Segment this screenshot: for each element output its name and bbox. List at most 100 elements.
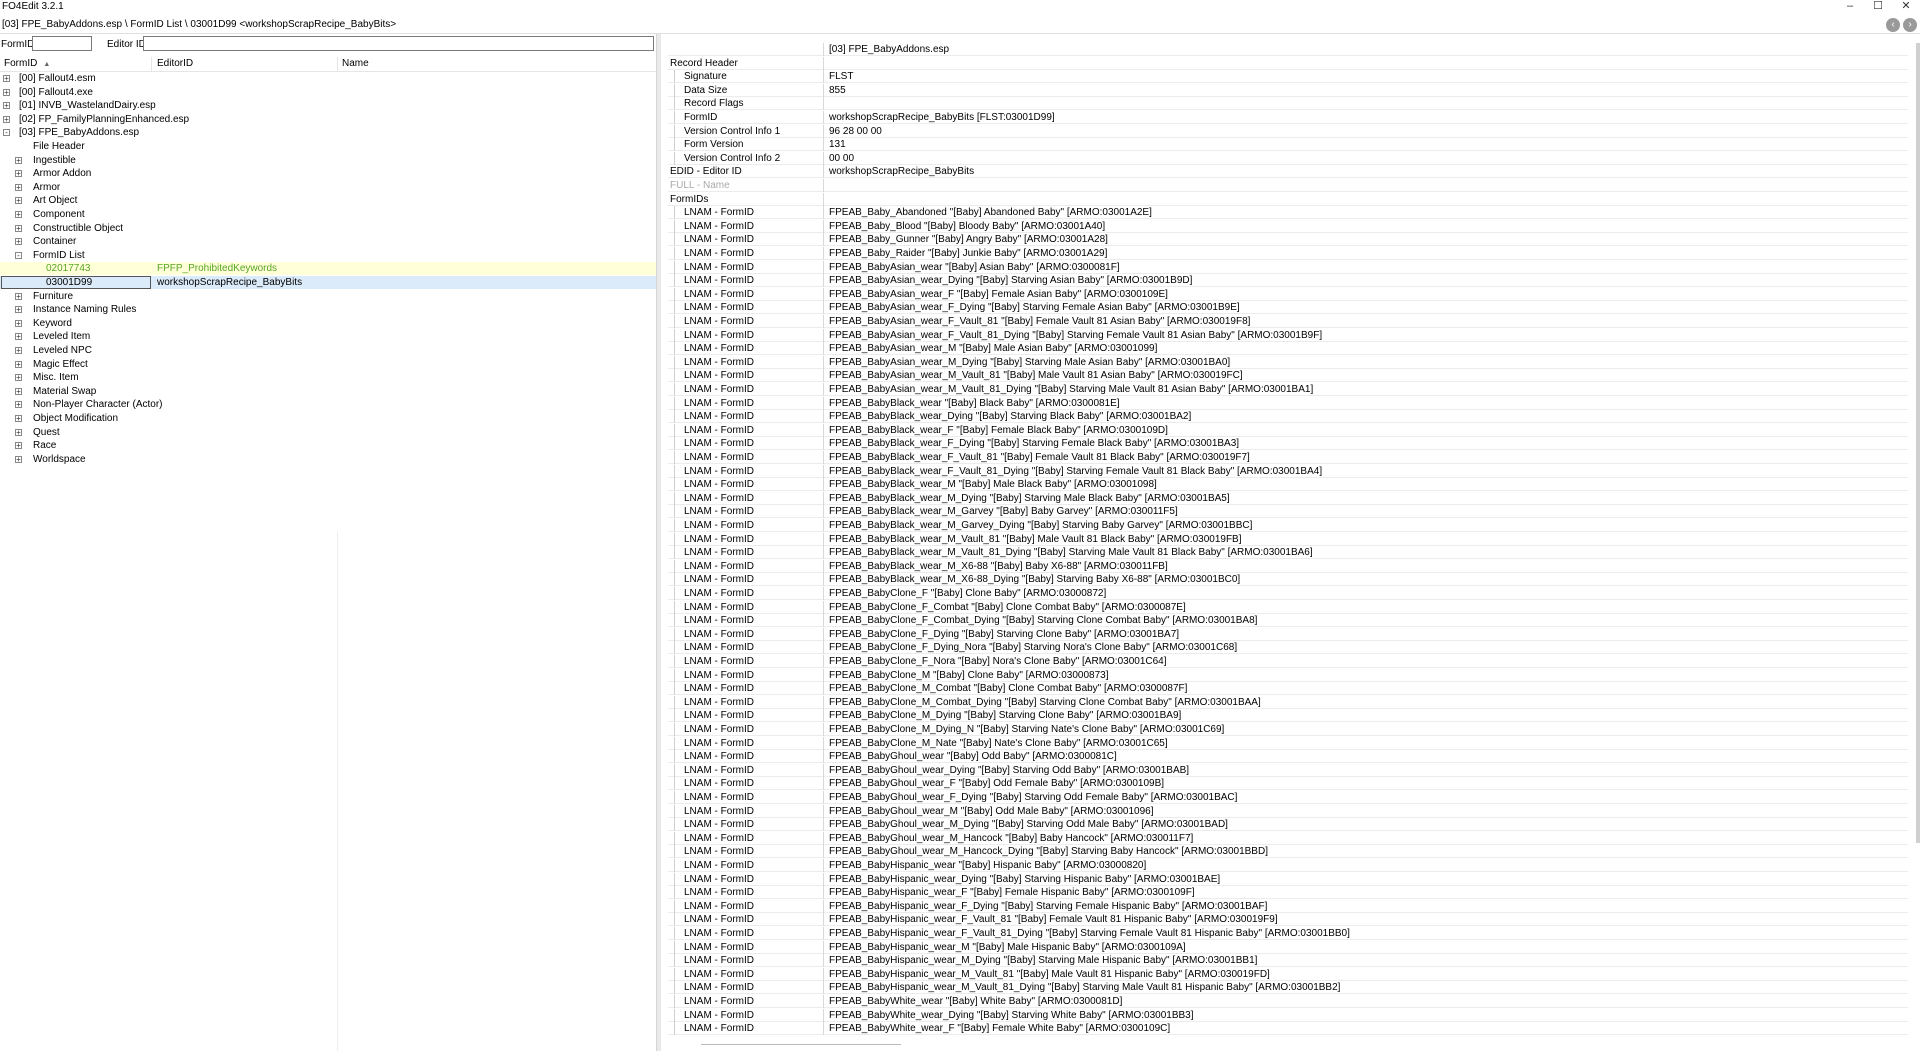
collapse-icon[interactable]: -	[3, 129, 10, 137]
record-field-row[interactable]: LNAM - FormID FPEAB_BabyAsian_wear_M_Dyin…	[668, 355, 1908, 369]
field-value[interactable]: FPEAB_BabyHispanic_wear_F_Vault_81 "[Bab…	[829, 913, 1278, 926]
record-field-row[interactable]: LNAM - FormID FPEAB_BabyClone_M_Combat_Dy…	[668, 695, 1908, 709]
record-field-row[interactable]: LNAM - FormID FPEAB_BabyGhoul_wear_M_Hanc…	[668, 845, 1908, 859]
editorid-filter-input[interactable]	[143, 36, 654, 51]
record-field-row[interactable]: Form Version 131	[668, 138, 1908, 152]
field-value[interactable]: FPEAB_BabyBlack_wear_F_Vault_81 "[Baby] …	[829, 451, 1250, 464]
record-field-row[interactable]: LNAM - FormID FPEAB_BabyBlack_wear_Dying …	[668, 410, 1908, 424]
record-field-row[interactable]: LNAM - FormID FPEAB_Baby_Abandoned "[Baby…	[668, 206, 1908, 220]
column-formid[interactable]: FormID ▲	[4, 58, 50, 71]
record-field-row[interactable]: LNAM - FormID FPEAB_BabyGhoul_wear_M_Dyin…	[668, 818, 1908, 832]
tree-node[interactable]: + Furniture	[0, 290, 656, 303]
field-value[interactable]: FPEAB_BabyClone_F_Combat "[Baby] Clone C…	[829, 601, 1186, 614]
record-field-row[interactable]: LNAM - FormID FPEAB_BabyClone_M_Dying_N "…	[668, 723, 1908, 736]
tree-node[interactable]: + Constructible Object	[0, 222, 656, 235]
record-field-row[interactable]: LNAM - FormID FPEAB_BabyBlack_wear_F_Vaul…	[668, 464, 1908, 478]
record-field-row[interactable]: [03] FPE_BabyAddons.esp	[668, 43, 1908, 56]
record-field-row[interactable]: EDID - Editor ID workshopScrapRecipe_Baby…	[668, 165, 1908, 179]
record-field-row[interactable]: LNAM - FormID FPEAB_BabyGhoul_wear "[Baby…	[668, 750, 1908, 764]
field-value[interactable]: workshopScrapRecipe_BabyBits [FLST:03001…	[829, 111, 1055, 124]
record-field-row[interactable]: LNAM - FormID FPEAB_Baby_Gunner "[Baby] A…	[668, 233, 1908, 247]
expand-icon[interactable]: +	[15, 347, 22, 355]
field-value[interactable]: FPEAB_BabyClone_M_Nate "[Baby] Nate's Cl…	[829, 737, 1168, 750]
expand-icon[interactable]: +	[15, 319, 22, 327]
expand-icon[interactable]: +	[3, 75, 10, 83]
expand-icon[interactable]: +	[15, 183, 22, 191]
tree-node[interactable]: + Quest	[0, 426, 656, 439]
record-field-row[interactable]: LNAM - FormID FPEAB_BabyBlack_wear_M_Garv…	[668, 505, 1908, 519]
tree-node[interactable]: + Material Swap	[0, 385, 656, 398]
field-value[interactable]: FPEAB_BabyClone_M_Dying_N "[Baby] Starvi…	[829, 723, 1224, 736]
field-value[interactable]: FPEAB_BabyWhite_wear_F "[Baby] Female Wh…	[829, 1022, 1170, 1035]
field-value[interactable]: FPEAB_BabyWhite_wear "[Baby] White Baby"…	[829, 995, 1122, 1008]
field-value[interactable]: FPEAB_BabyHispanic_wear_M_Vault_81_Dying…	[829, 981, 1340, 994]
tree-node[interactable]: 03001D99 workshopScrapRecipe_BabyBits	[0, 276, 656, 289]
field-value[interactable]: FPEAB_BabyAsian_wear_Dying "[Baby] Starv…	[829, 274, 1192, 287]
column-editorid[interactable]: EditorID	[157, 58, 193, 70]
expand-icon[interactable]: +	[15, 238, 22, 246]
field-value[interactable]: FPEAB_BabyAsian_wear_M_Dying "[Baby] Sta…	[829, 356, 1230, 369]
record-field-row[interactable]: FormID workshopScrapRecipe_BabyBits [FLST…	[668, 111, 1908, 124]
record-field-row[interactable]: LNAM - FormID FPEAB_BabyAsian_wear_Dying …	[668, 274, 1908, 288]
field-value[interactable]: FPEAB_Baby_Raider "[Baby] Junkie Baby" […	[829, 247, 1107, 260]
tree-node[interactable]: + Art Object	[0, 194, 656, 207]
field-value[interactable]: FPEAB_BabyAsian_wear_F_Vault_81_Dying "[…	[829, 329, 1322, 342]
record-field-row[interactable]: LNAM - FormID FPEAB_BabyClone_F_Combat_Dy…	[668, 614, 1908, 628]
expand-icon[interactable]: +	[15, 170, 22, 178]
expand-icon[interactable]: +	[15, 415, 22, 423]
field-value[interactable]: FPEAB_BabyGhoul_wear_Dying "[Baby] Starv…	[829, 764, 1189, 777]
expand-icon[interactable]: +	[15, 387, 22, 395]
tree-node[interactable]: + Component	[0, 208, 656, 221]
record-field-row[interactable]: LNAM - FormID FPEAB_BabyBlack_wear_M "[Ba…	[668, 478, 1908, 492]
field-value[interactable]: FPEAB_BabyAsian_wear_F "[Baby] Female As…	[829, 288, 1168, 301]
record-field-row[interactable]: LNAM - FormID FPEAB_BabyAsian_wear_F "[Ba…	[668, 287, 1908, 301]
record-field-row[interactable]: LNAM - FormID FPEAB_BabyAsian_wear_F_Dyin…	[668, 301, 1908, 315]
record-field-row[interactable]: LNAM - FormID FPEAB_BabyHispanic_wear_M "…	[668, 940, 1908, 954]
tree-node[interactable]: File Header	[0, 140, 656, 153]
record-field-row[interactable]: LNAM - FormID FPEAB_BabyHispanic_wear_Dyi…	[668, 872, 1908, 886]
maximize-button[interactable]: ☐	[1866, 0, 1890, 12]
record-field-row[interactable]: LNAM - FormID FPEAB_Baby_Raider "[Baby] J…	[668, 247, 1908, 260]
tree-node[interactable]: + Armor Addon	[0, 167, 656, 180]
field-value[interactable]: 96 28 00 00	[829, 125, 882, 138]
tree-node[interactable]: + Magic Effect	[0, 358, 656, 371]
expand-icon[interactable]: +	[15, 428, 22, 436]
field-value[interactable]: FPEAB_BabyGhoul_wear_M "[Baby] Odd Male …	[829, 805, 1154, 818]
field-value[interactable]: FPEAB_BabyGhoul_wear_M_Dying "[Baby] Sta…	[829, 818, 1228, 831]
expand-icon[interactable]: +	[15, 333, 22, 341]
back-arrow-icon[interactable]: ‹	[1886, 18, 1900, 32]
record-field-row[interactable]: LNAM - FormID FPEAB_BabyAsian_wear_M_Vaul…	[668, 369, 1908, 383]
field-value[interactable]: FPEAB_BabyHispanic_wear_F "[Baby] Female…	[829, 886, 1195, 899]
field-value[interactable]: FPEAB_BabyGhoul_wear_M_Hancock "[Baby] B…	[829, 832, 1193, 845]
record-field-row[interactable]: LNAM - FormID FPEAB_BabyHispanic_wear "[B…	[668, 859, 1908, 872]
tree-node[interactable]: + Misc. Item	[0, 371, 656, 384]
field-value[interactable]: FPEAB_BabyClone_M "[Baby] Clone Baby" [A…	[829, 669, 1108, 682]
expand-icon[interactable]: +	[15, 442, 22, 450]
tree-node[interactable]: - [03] FPE_BabyAddons.esp	[0, 126, 656, 139]
record-field-row[interactable]: LNAM - FormID FPEAB_BabyHispanic_wear_F_V…	[668, 927, 1908, 940]
formid-filter-input[interactable]	[32, 36, 92, 51]
field-value[interactable]: workshopScrapRecipe_BabyBits	[829, 165, 974, 178]
field-value[interactable]: FPEAB_BabyBlack_wear_M_X6-88_Dying "[Bab…	[829, 573, 1240, 586]
collapse-icon[interactable]: -	[15, 251, 22, 259]
expand-icon[interactable]: +	[15, 224, 22, 232]
record-field-row[interactable]: LNAM - FormID FPEAB_BabyGhoul_wear_M_Hanc…	[668, 831, 1908, 845]
view-tabs[interactable]	[701, 1044, 901, 1051]
field-value[interactable]: FPEAB_BabyClone_F_Nora "[Baby] Nora's Cl…	[829, 655, 1167, 668]
field-value[interactable]: FPEAB_BabyBlack_wear_M "[Baby] Male Blac…	[829, 478, 1157, 491]
field-value[interactable]: FPEAB_BabyBlack_wear_Dying "[Baby] Starv…	[829, 410, 1191, 423]
column-divider[interactable]	[151, 57, 152, 71]
field-value[interactable]: FPEAB_BabyBlack_wear_M_Vault_81_Dying "[…	[829, 546, 1313, 559]
record-field-row[interactable]: LNAM - FormID FPEAB_BabyClone_F_Nora "[Ba…	[668, 655, 1908, 668]
field-value[interactable]: FPEAB_BabyHispanic_wear_M_Vault_81 "[Bab…	[829, 968, 1270, 981]
record-field-row[interactable]: LNAM - FormID FPEAB_BabyAsian_wear_F_Vaul…	[668, 315, 1908, 328]
record-field-row[interactable]: LNAM - FormID FPEAB_BabyClone_F_Combat "[…	[668, 600, 1908, 614]
record-field-row[interactable]: LNAM - FormID FPEAB_BabyAsian_wear_M_Vaul…	[668, 383, 1908, 396]
tree-node[interactable]: + [00] Fallout4.esm	[0, 72, 656, 85]
expand-icon[interactable]: +	[15, 156, 22, 164]
record-field-row[interactable]: LNAM - FormID FPEAB_BabyHispanic_wear_F_V…	[668, 913, 1908, 927]
field-value[interactable]: FPEAB_BabyAsian_wear_F_Dying "[Baby] Sta…	[829, 301, 1240, 314]
record-field-row[interactable]: LNAM - FormID FPEAB_BabyHispanic_wear_M_V…	[668, 967, 1908, 981]
tree-node[interactable]: + [01] INVB_WastelandDairy.esp	[0, 99, 656, 112]
record-field-row[interactable]: LNAM - FormID FPEAB_BabyBlack_wear_M_Garv…	[668, 519, 1908, 532]
